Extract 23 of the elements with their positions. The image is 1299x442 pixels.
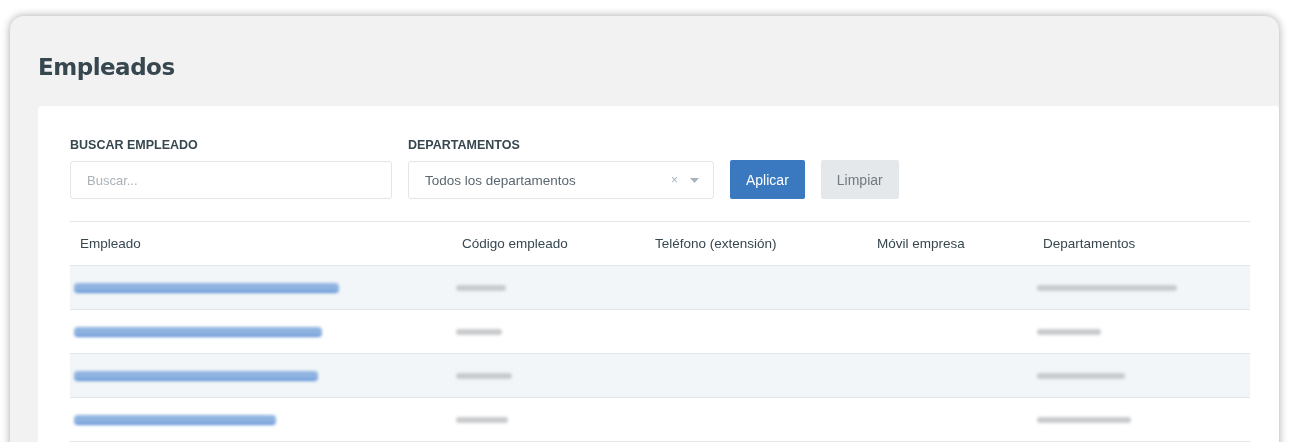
column-header: Teléfono (extensión): [654, 236, 778, 251]
redacted-link[interactable]: [74, 282, 339, 293]
redacted-link[interactable]: [74, 326, 322, 337]
apply-button[interactable]: Aplicar: [730, 160, 805, 199]
search-field[interactable]: Buscar...: [70, 161, 392, 199]
page-title: Empleados: [38, 53, 176, 82]
redacted-text: [456, 328, 502, 335]
redacted-text: [456, 416, 508, 423]
department-select[interactable]: Todos los departamentos ×: [408, 161, 714, 199]
clear-filters-button[interactable]: Limpiar: [820, 160, 899, 199]
column-header: Móvil empresa: [876, 236, 966, 251]
column-header: Departamentos: [1042, 236, 1137, 251]
redacted-text: [1037, 328, 1101, 335]
redacted-link[interactable]: [74, 370, 318, 381]
redacted-text: [456, 372, 512, 379]
search-label: BUSCAR EMPLEADO: [70, 138, 199, 152]
redacted-link[interactable]: [74, 414, 276, 425]
redacted-text: [456, 284, 506, 291]
column-header: Código empleado: [461, 236, 569, 251]
department-label: DEPARTAMENTOS: [408, 138, 521, 152]
column-header: Empleado: [79, 236, 142, 251]
select-value: Todos los departamentos: [425, 172, 577, 188]
caret-icon: [690, 177, 699, 183]
